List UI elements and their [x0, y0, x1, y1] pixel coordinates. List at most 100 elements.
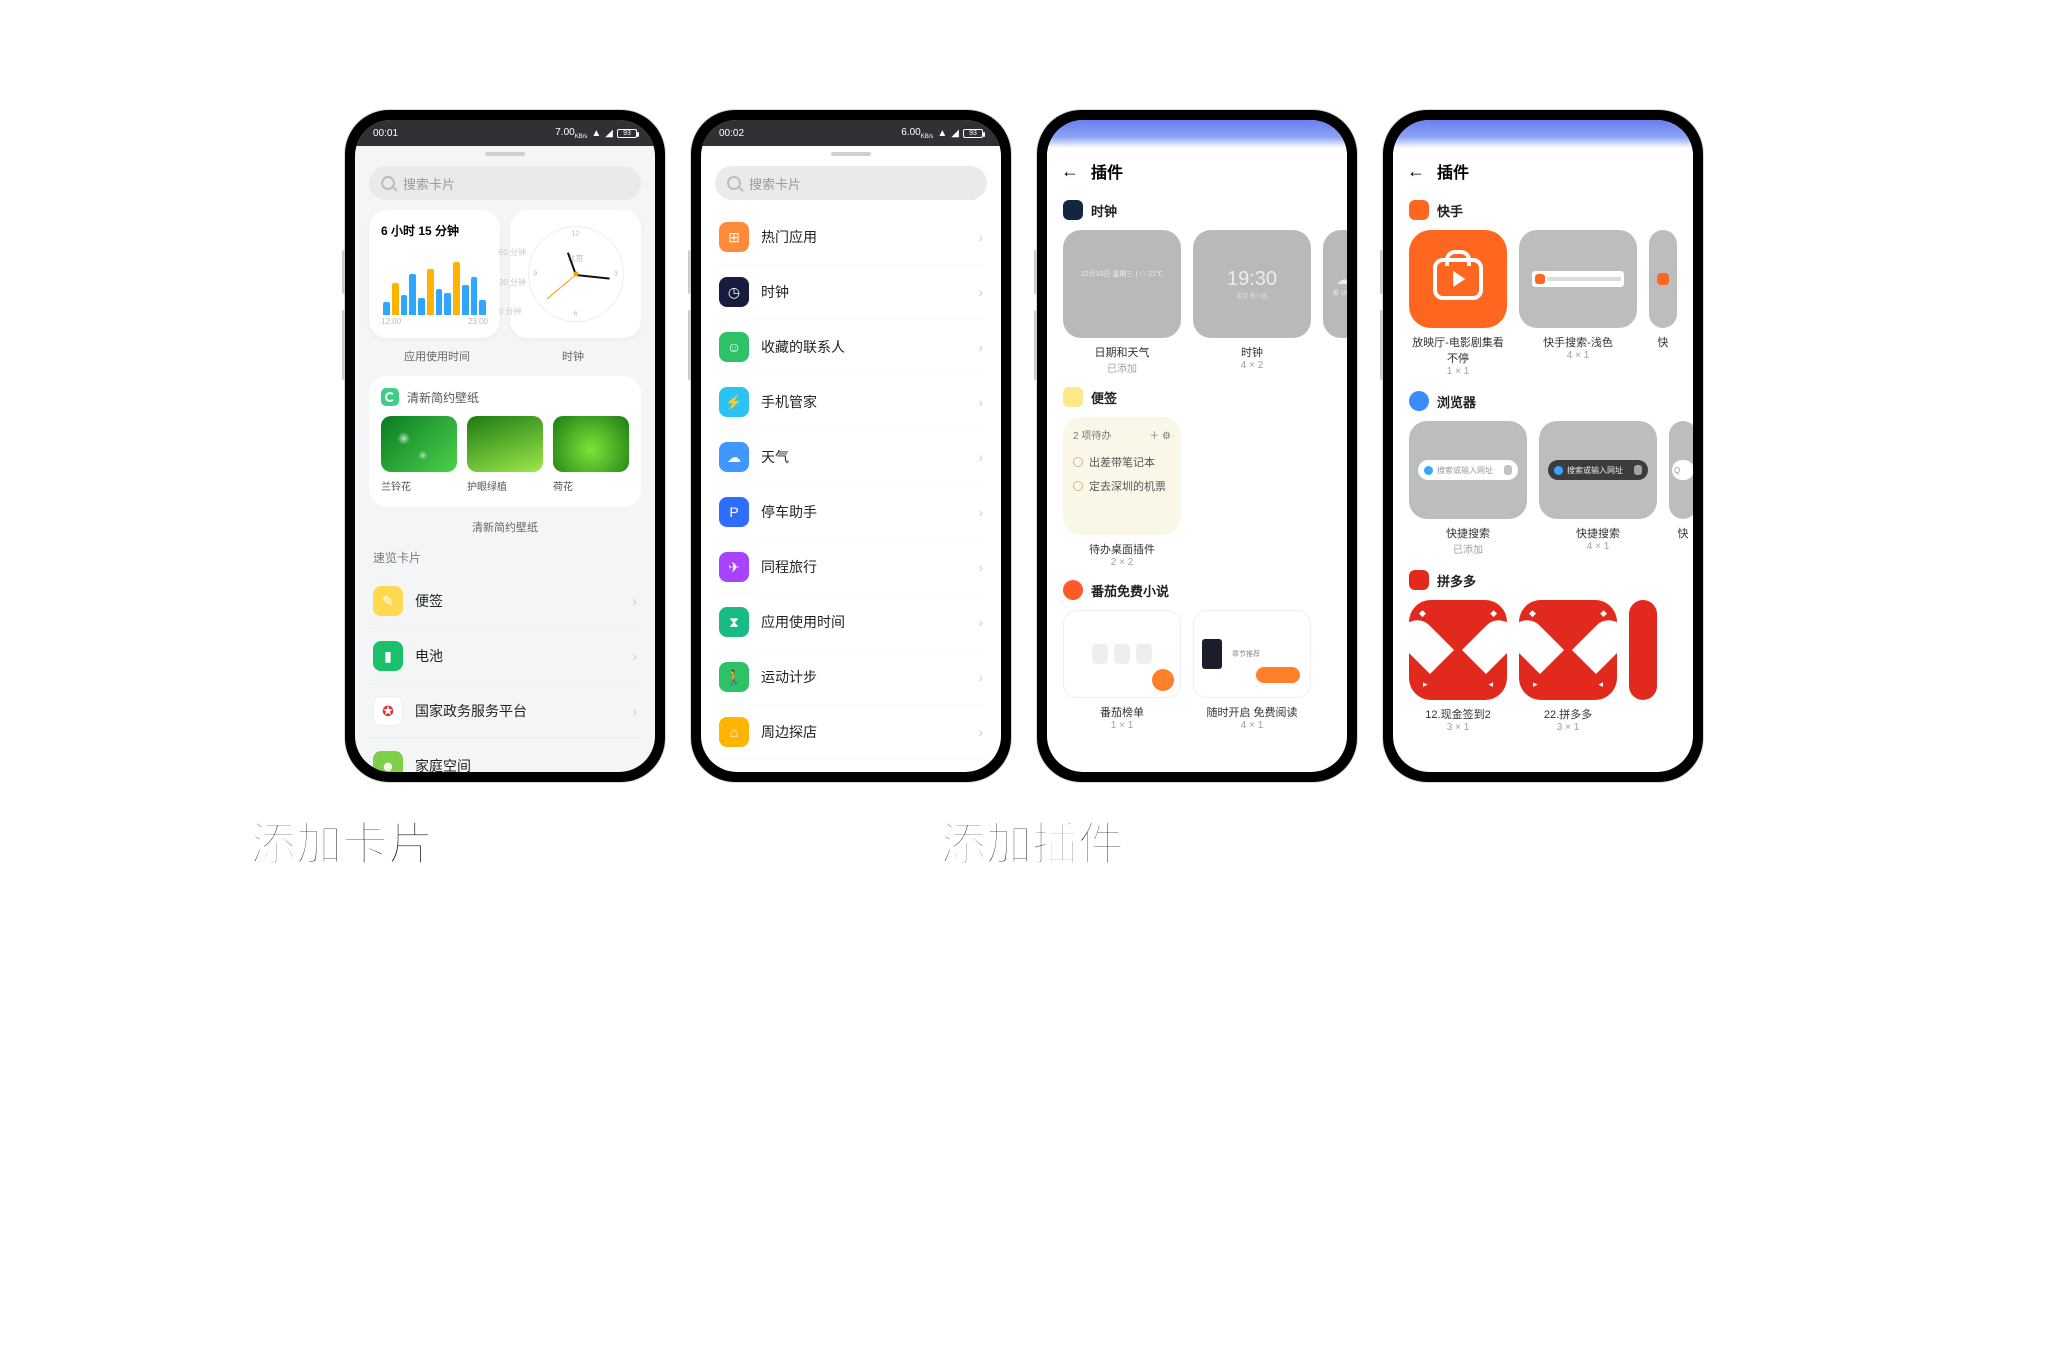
kuaishou-icon [1409, 200, 1429, 220]
clock-icon: ◷ [719, 277, 749, 307]
widget-pdd-signin[interactable]: 拼 ◆◆ ▸◂ 12.现金签到2 3 × 1 [1409, 600, 1507, 733]
wallpaper-card[interactable]: 清新简约壁纸 兰铃花 护眼绿植 荷花 [369, 376, 641, 507]
status-bar-area [1393, 120, 1693, 148]
search-icon [727, 176, 741, 190]
wallpaper-heading: 清新简约壁纸 [407, 389, 479, 406]
widget-clock-more[interactable]: ☁ 雾 19℃ [1323, 230, 1347, 375]
widget-preview-clock[interactable]: 12 3 6 9 北京 [510, 210, 641, 338]
section-browser: 浏览器 [1437, 392, 1476, 411]
widget-pdd-more[interactable] [1629, 600, 1657, 733]
notes-section-icon [1063, 387, 1083, 407]
shop-icon: ⌂ [719, 717, 749, 747]
sheet-grabber[interactable] [485, 152, 525, 156]
phone-frame-1: 00:01 7.00KB/s ▲ ◢ 93 搜索卡片 6 小时 15 分钟 [345, 110, 665, 782]
widget-browser-more[interactable]: Q 快 [1669, 421, 1693, 556]
list-item-nearby[interactable]: ⌂周边探店› [715, 705, 987, 760]
status-bar-area [1047, 120, 1347, 148]
shield-icon: ⚡ [719, 387, 749, 417]
phone-frame-3: ← 插件 时钟 12月16日 星期三 | ☁ 21℃ 日期和天气 已添加 [1037, 110, 1357, 782]
wallpaper-item-1[interactable]: 兰铃花 [381, 416, 457, 493]
list-item-screentime[interactable]: ⧗应用使用时间› [715, 595, 987, 650]
browser-icon [1409, 391, 1429, 411]
plane-icon: ✈ [719, 552, 749, 582]
widget-novel-read[interactable]: 章节推荐 随时开启 免费阅读 4 × 1 [1193, 610, 1311, 731]
notes-controls: ＋ ⚙ [1149, 427, 1171, 442]
notes-icon: ✎ [373, 586, 403, 616]
widget-pdd-main[interactable]: 拼 ◆◆ ▸◂ 22.拼多多 3 × 1 [1519, 600, 1617, 733]
chevron-right-icon: › [632, 703, 637, 719]
back-button[interactable]: ← [1061, 161, 1079, 182]
phone-frame-2: 00:02 6.00KB/s ▲ ◢ 93 搜索卡片 ⊞热门应用› ◷时钟› ☺… [691, 110, 1011, 782]
wifi-icon: ▲ [937, 128, 947, 139]
widget-browser-light[interactable]: 搜索或输入网址 快捷搜索 已添加 [1409, 421, 1527, 556]
section-pdd: 拼多多 [1437, 571, 1476, 590]
grid-icon: ⊞ [719, 222, 749, 252]
sheet-grabber[interactable] [831, 152, 871, 156]
list-item-steps[interactable]: 🚶运动计步› [715, 650, 987, 705]
widget-ks-search[interactable]: 快手搜索-浅色 4 × 1 [1519, 230, 1637, 377]
wallpaper-caption: 清新简约壁纸 [369, 519, 641, 535]
status-time: 00:01 [373, 128, 398, 139]
pdd-icon [1409, 570, 1429, 590]
novel-section-icon [1063, 580, 1083, 600]
page-header: ← 插件 [1047, 148, 1347, 194]
list-item-parking[interactable]: P停车助手› [715, 485, 987, 540]
widget-browser-dark[interactable]: 搜索或输入网址 快捷搜索 4 × 1 [1539, 421, 1657, 556]
leaf-icon [381, 388, 399, 406]
list-item-home[interactable]: ☻ 家庭空间 [369, 739, 641, 772]
widget-novel-rank[interactable]: 番茄榜单 1 × 1 [1063, 610, 1181, 731]
phone-frame-4: ← 插件 快手 放映厅-电影剧集看不停 1 × 1 快手搜索-浅色 [1383, 110, 1703, 782]
list-item-contacts[interactable]: ☺收藏的联系人› [715, 320, 987, 375]
list-item-notes[interactable]: ✎ 便签› [369, 574, 641, 629]
list-item-clock[interactable]: ◷时钟› [715, 265, 987, 320]
section-kuaishou: 快手 [1437, 201, 1463, 220]
list-item-travel[interactable]: ✈同程旅行› [715, 540, 987, 595]
analog-clock: 12 3 6 9 北京 [528, 226, 624, 322]
widget-date-weather[interactable]: 12月16日 星期三 | ☁ 21℃ 日期和天气 已添加 [1063, 230, 1181, 375]
wallpaper-item-2[interactable]: 护眼绿植 [467, 416, 543, 493]
widget-todo[interactable]: 2 项待办 ＋ ⚙ 出差带笔记本 定去深圳的机票 待办桌面插件 2 × 2 [1063, 417, 1181, 568]
search-input[interactable]: 搜索卡片 [715, 166, 987, 200]
caption-usage: 应用使用时间 [369, 348, 505, 364]
section-clock: 时钟 [1091, 201, 1117, 220]
list-item-hot-apps[interactable]: ⊞热门应用› [715, 210, 987, 265]
widget-clock[interactable]: 19:30 北京 东八区 时钟 4 × 2 [1193, 230, 1311, 375]
caption-add-widget: 添加插件 [940, 808, 1124, 874]
search-icon [381, 176, 395, 190]
section-novel: 番茄免费小说 [1091, 581, 1169, 600]
list-item-security[interactable]: ⚡手机管家› [715, 375, 987, 430]
widget-ks-more[interactable]: 快 [1649, 230, 1677, 377]
status-net-speed: 6.00KB/s [901, 127, 933, 140]
chevron-right-icon: › [632, 593, 637, 609]
list-item-weather[interactable]: ☁天气› [715, 430, 987, 485]
usage-bar-chart: 60 分钟 30 分钟 0 分钟 [381, 249, 488, 315]
signal-icon: ◢ [951, 128, 959, 139]
section-quick-cards: 速览卡片 [373, 549, 641, 566]
gov-icon: ✪ [373, 696, 403, 726]
page-header: ← 插件 [1393, 148, 1693, 194]
mic-icon [1634, 465, 1642, 475]
home-icon: ☻ [373, 751, 403, 772]
wallpaper-item-3[interactable]: 荷花 [553, 416, 629, 493]
widget-ks-theater[interactable]: 放映厅-电影剧集看不停 1 × 1 [1409, 230, 1507, 377]
battery-icon: 93 [617, 129, 637, 138]
status-bar: 00:01 7.00KB/s ▲ ◢ 93 [355, 120, 655, 146]
search-input[interactable]: 搜索卡片 [369, 166, 641, 200]
widget-preview-usage[interactable]: 6 小时 15 分钟 60 分钟 30 分钟 0 分钟 [369, 210, 500, 338]
hourglass-icon: ⧗ [719, 607, 749, 637]
signal-icon: ◢ [605, 128, 613, 139]
list-item-gov[interactable]: ✪ 国家政务服务平台› [369, 684, 641, 739]
search-placeholder: 搜索卡片 [403, 174, 455, 193]
section-notes: 便签 [1091, 388, 1117, 407]
list-item-battery[interactable]: ▮ 电池› [369, 629, 641, 684]
status-bar: 00:02 6.00KB/s ▲ ◢ 93 [701, 120, 1001, 146]
person-icon: ☺ [719, 332, 749, 362]
wifi-icon: ▲ [591, 128, 601, 139]
clock-section-icon [1063, 200, 1083, 220]
back-button[interactable]: ← [1407, 161, 1425, 182]
battery-app-icon: ▮ [373, 641, 403, 671]
cloud-icon: ☁ [719, 442, 749, 472]
page-title: 插件 [1091, 159, 1123, 183]
parking-icon: P [719, 497, 749, 527]
tv-icon [1433, 258, 1483, 300]
